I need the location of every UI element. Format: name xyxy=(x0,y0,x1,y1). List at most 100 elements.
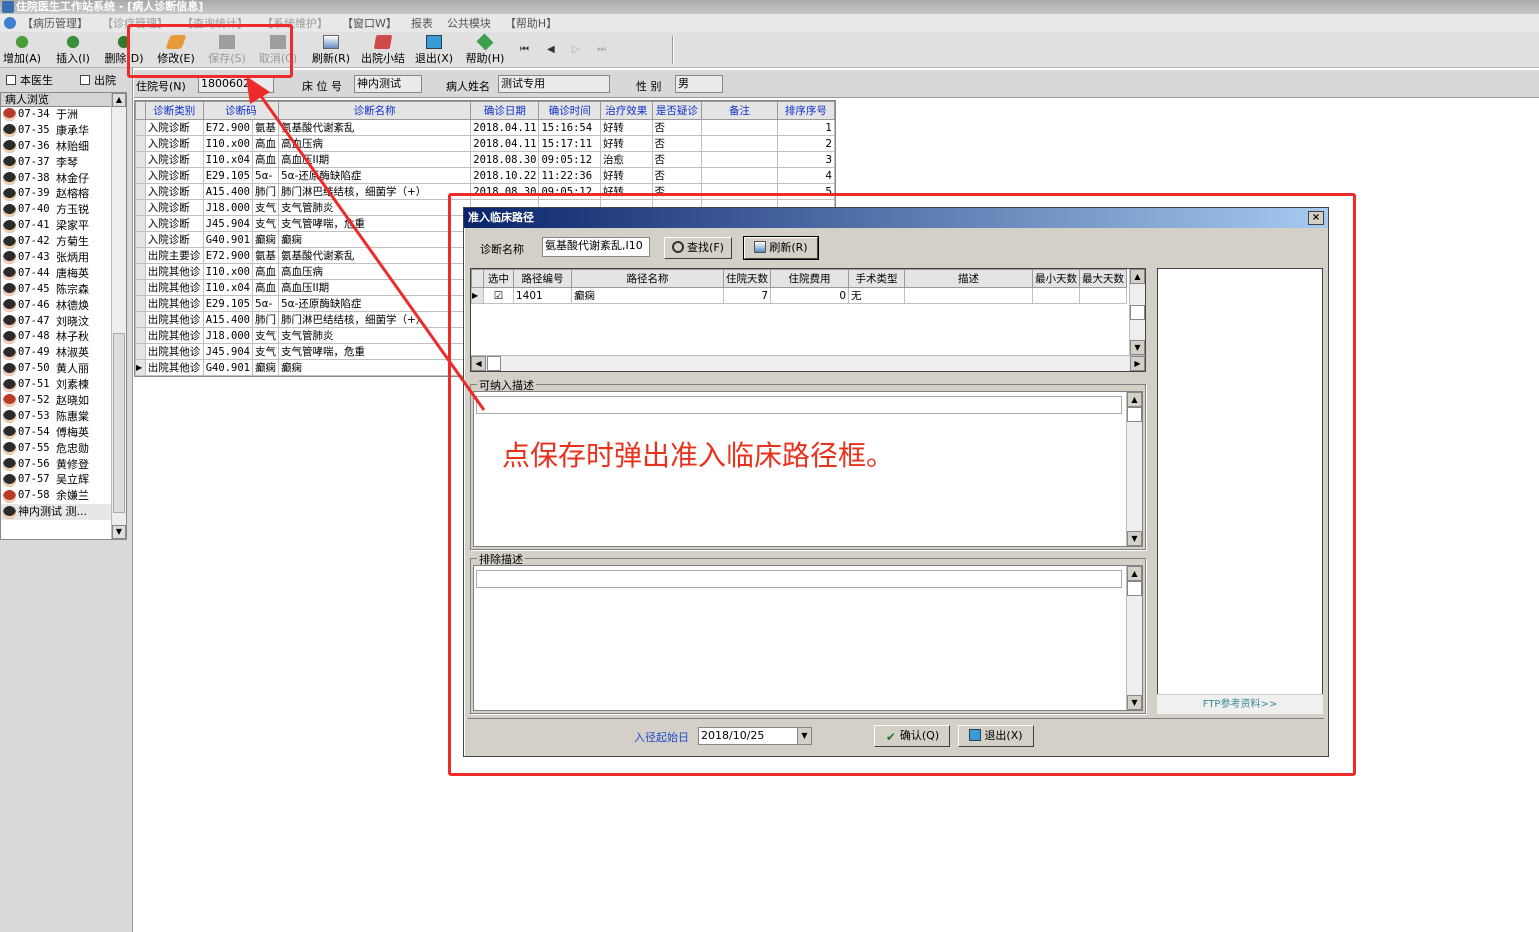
patient-list-item[interactable]: 07-48 林子秋 xyxy=(1,329,126,345)
cell-sort-order[interactable]: 4 xyxy=(776,167,835,184)
patient-list-scrollbar[interactable]: ▲ ▼ xyxy=(111,93,126,539)
cell-diag-code[interactable]: J18.000 xyxy=(202,327,253,344)
cell-diag-name[interactable]: 高血压病 xyxy=(277,135,472,152)
cell-diag-category[interactable]: 入院诊断 xyxy=(144,135,204,152)
cell-sort-order[interactable]: 3 xyxy=(776,151,835,168)
col-confirm-time[interactable]: 确诊时间 xyxy=(538,101,601,120)
diagnosis-row[interactable]: 入院诊断 E72.900 氨基 氨基酸代谢紊乱 2018.04.11 15:16:54 好转… xyxy=(135,119,835,136)
cell-diag-category[interactable]: 出院主要诊 xyxy=(144,247,204,264)
discharge-summary-button[interactable]: 出院小结 xyxy=(360,34,406,66)
patient-list-item[interactable]: 07-54 傅梅英 xyxy=(1,425,126,441)
patient-list-item[interactable]: 07-57 吴立辉 xyxy=(1,472,126,488)
cell-diag-category[interactable]: 出院其他诊 xyxy=(144,343,204,360)
cell-suspected[interactable]: 否 xyxy=(651,119,703,136)
cell-remark[interactable] xyxy=(701,167,778,184)
patient-list-item[interactable]: 07-36 林贻细 xyxy=(1,139,126,155)
patient-list-item[interactable]: 07-47 刘晓汶 xyxy=(1,314,126,330)
patient-list-item[interactable]: 07-49 林淑英 xyxy=(1,345,126,361)
cell-diag-code-short[interactable]: 高血 xyxy=(251,151,279,168)
cell-diag-name[interactable]: 肺门淋巴结结核，细菌学（+） xyxy=(277,183,472,200)
cell-diag-code-short[interactable]: 支气 xyxy=(251,343,279,360)
cell-diag-name[interactable]: 癫痫 xyxy=(277,231,472,248)
cell-confirm-time[interactable]: 11:22:36 xyxy=(538,167,601,184)
cell-diag-name[interactable]: 高血压病 xyxy=(277,263,472,280)
col-diag-category[interactable]: 诊断类别 xyxy=(144,101,204,120)
cell-diag-code-short[interactable]: 肺门 xyxy=(251,311,279,328)
col-diag-code[interactable]: 诊断码 xyxy=(202,101,279,120)
cell-treatment-effect[interactable]: 治愈 xyxy=(599,151,653,168)
cell-diag-code-short[interactable]: 高血 xyxy=(251,263,279,280)
patient-list-item[interactable]: 07-39 赵榕榕 xyxy=(1,186,126,202)
cell-remark[interactable] xyxy=(701,119,778,136)
patient-list-item[interactable]: 07-43 张炳用 xyxy=(1,250,126,266)
cell-diag-code-short[interactable]: 肺门 xyxy=(251,183,279,200)
menu-report[interactable]: 报表 xyxy=(411,15,433,31)
cell-diag-name[interactable]: 癫痫 xyxy=(277,359,472,376)
col-suspected[interactable]: 是否疑诊 xyxy=(651,101,703,120)
cell-diag-code-short[interactable]: 高血 xyxy=(251,279,279,296)
cell-diag-category[interactable]: 入院诊断 xyxy=(144,183,204,200)
patient-name-field[interactable]: 测试专用 xyxy=(498,75,610,93)
cell-confirm-time[interactable]: 15:16:54 xyxy=(538,119,601,136)
cell-remark[interactable] xyxy=(701,151,778,168)
last-record-button[interactable]: ⏭ xyxy=(597,44,606,55)
patient-list-item[interactable]: 07-51 刘素楝 xyxy=(1,377,126,393)
menu-common[interactable]: 公共模块 xyxy=(447,15,491,31)
cell-diag-code[interactable]: I10.x04 xyxy=(202,151,253,168)
cell-diag-category[interactable]: 入院诊断 xyxy=(144,215,204,232)
patient-list-item[interactable]: 07-35 康承华 xyxy=(1,123,126,139)
patient-list-item[interactable]: 07-53 陈惠棠 xyxy=(1,409,126,425)
cell-diag-code[interactable]: J45.904 xyxy=(202,343,253,360)
cell-diag-code[interactable]: J45.904 xyxy=(202,215,253,232)
cell-suspected[interactable]: 否 xyxy=(651,135,703,152)
cell-diag-code[interactable]: I10.x04 xyxy=(202,279,253,296)
cell-diag-code[interactable]: A15.400 xyxy=(202,183,253,200)
patient-list-item[interactable]: 07-50 黄人丽 xyxy=(1,361,126,377)
cell-diag-category[interactable]: 出院其他诊 xyxy=(144,327,204,344)
cell-diag-code[interactable]: E72.900 xyxy=(202,119,253,136)
patient-list-item[interactable]: 07-40 方玉锐 xyxy=(1,202,126,218)
cell-sort-order[interactable]: 2 xyxy=(776,135,835,152)
add-button[interactable]: 增加(A) xyxy=(2,34,42,66)
cell-diag-category[interactable]: 出院其他诊 xyxy=(144,263,204,280)
diagnosis-row[interactable]: 入院诊断 I10.x00 高血 高血压病 2018.04.11 15:17:11 好转否 2 xyxy=(135,135,835,152)
cell-diag-name[interactable]: 5α-还原酶缺陷症 xyxy=(277,295,472,312)
diagnosis-row[interactable]: 入院诊断 I10.x04 高血 高血压II期 2018.08.30 09:05:12 治愈否… xyxy=(135,151,835,168)
refresh-button[interactable]: 刷新(R) xyxy=(311,34,351,66)
patient-list-item[interactable]: 07-34 于洲 xyxy=(1,107,126,123)
cell-diag-code-short[interactable]: 5α- xyxy=(251,167,279,184)
patient-list-item[interactable]: 07-56 黄修登 xyxy=(1,457,126,473)
cell-diag-code[interactable]: E72.900 xyxy=(202,247,253,264)
col-treatment-effect[interactable]: 治疗效果 xyxy=(599,101,653,120)
patient-list-item[interactable]: 07-42 方菊生 xyxy=(1,234,126,250)
patient-list-item[interactable]: 07-41 梁家平 xyxy=(1,218,126,234)
cell-confirm-date[interactable]: 2018.04.11 xyxy=(470,135,540,152)
scroll-up-icon[interactable]: ▲ xyxy=(112,93,126,107)
cell-diag-category[interactable]: 入院诊断 xyxy=(144,151,204,168)
menu-help[interactable]: 【帮助H】 xyxy=(505,15,557,31)
cell-confirm-date[interactable]: 2018.04.11 xyxy=(470,119,540,136)
cell-diag-category[interactable]: 出院其他诊 xyxy=(144,295,204,312)
col-remark[interactable]: 备注 xyxy=(701,101,778,120)
cell-diag-category[interactable]: 出院其他诊 xyxy=(144,311,204,328)
next-record-button[interactable]: ▷ xyxy=(572,44,580,55)
cell-confirm-time[interactable]: 09:05:12 xyxy=(538,151,601,168)
cell-diag-code-short[interactable]: 癫痫 xyxy=(251,359,279,376)
cell-confirm-date[interactable]: 2018.10.22 xyxy=(470,167,540,184)
cell-diag-category[interactable]: 入院诊断 xyxy=(144,231,204,248)
cell-diag-code-short[interactable]: 支气 xyxy=(251,215,279,232)
cell-diag-name[interactable]: 高血压II期 xyxy=(277,151,472,168)
cell-diag-code-short[interactable]: 高血 xyxy=(251,135,279,152)
patient-list-item[interactable]: 07-52 赵晓如 xyxy=(1,393,126,409)
cell-suspected[interactable]: 否 xyxy=(651,167,703,184)
cell-diag-code[interactable]: G40.901 xyxy=(202,359,253,376)
exit-button[interactable]: 退出(X) xyxy=(414,34,454,66)
cell-diag-category[interactable]: 入院诊断 xyxy=(144,119,204,136)
cell-diag-code-short[interactable]: 癫痫 xyxy=(251,231,279,248)
patient-list-item[interactable]: 07-38 林金仔 xyxy=(1,171,126,187)
patient-list-item[interactable]: 07-44 唐梅英 xyxy=(1,266,126,282)
cell-diag-code-short[interactable]: 氨基 xyxy=(251,119,279,136)
cell-diag-code[interactable]: E29.105 xyxy=(202,295,253,312)
patient-list-item[interactable]: 07-58 余嫌兰 xyxy=(1,488,126,504)
patient-list-item[interactable]: 07-37 李琴 xyxy=(1,155,126,171)
